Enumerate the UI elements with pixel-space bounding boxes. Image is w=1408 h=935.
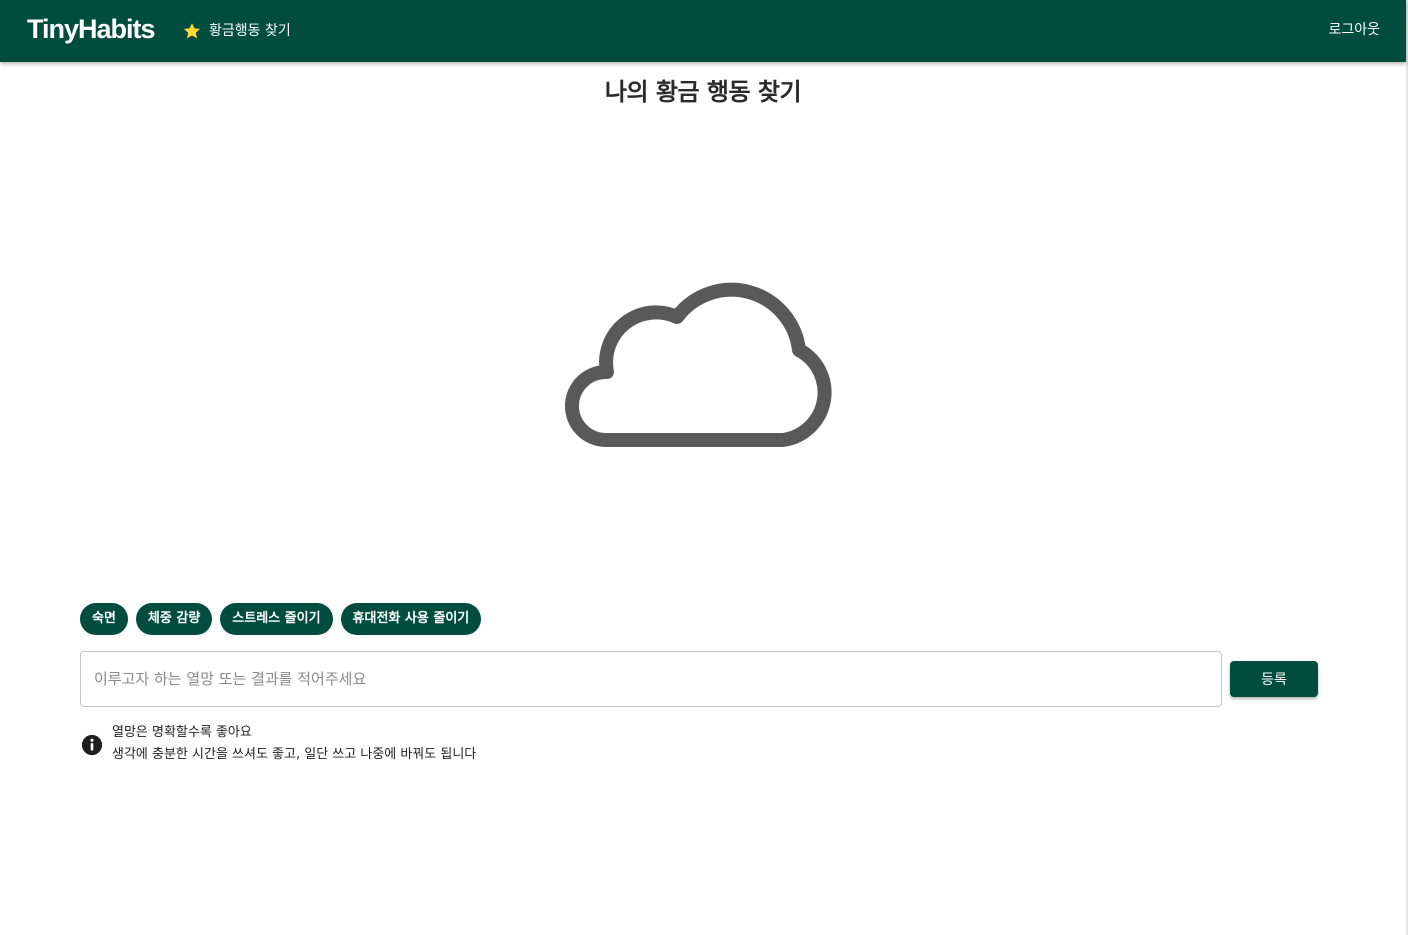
- cloud-outline-icon: [565, 282, 832, 447]
- hint-line-2: 생각에 충분한 시간을 쓰셔도 좋고, 일단 쓰고 나중에 바꿔도 됩니다: [112, 747, 477, 762]
- nav-link-label: 황금행동 찾기: [209, 23, 291, 39]
- submit-button[interactable]: 등록: [1230, 661, 1318, 697]
- suggestion-chips: 숙면 체중 감량 스트레스 줄이기 휴대전화 사용 줄이기: [80, 603, 482, 635]
- nav-golden-behavior-link[interactable]: 황금행동 찾기: [182, 19, 291, 43]
- aspiration-input[interactable]: [94, 652, 1194, 706]
- star-icon: [183, 23, 201, 39]
- app-bar: TinyHabits 황금행동 찾기 로그아웃: [0, 0, 1406, 62]
- chip-weight-loss[interactable]: 체중 감량: [135, 603, 213, 635]
- brand-logo[interactable]: TinyHabits: [27, 12, 156, 46]
- chip-reduce-phone-use[interactable]: 휴대전화 사용 줄이기: [340, 603, 482, 635]
- hint-text: 열망은 명확할수록 좋아요 생각에 충분한 시간을 쓰셔도 좋고, 일단 쓰고 …: [112, 722, 476, 766]
- aspiration-input-container: [80, 651, 1222, 707]
- logout-button[interactable]: 로그아웃: [1328, 20, 1380, 40]
- chip-sleep[interactable]: 숙면: [80, 603, 128, 635]
- hint-line-1: 열망은 명확할수록 좋아요: [112, 725, 252, 740]
- chip-reduce-stress[interactable]: 스트레스 줄이기: [220, 603, 333, 635]
- page-title: 나의 황금 행동 찾기: [604, 78, 802, 106]
- page: TinyHabits 황금행동 찾기 로그아웃 나의 황금 행동 찾기 숙면 체…: [0, 0, 1408, 935]
- info-icon: [81, 734, 103, 756]
